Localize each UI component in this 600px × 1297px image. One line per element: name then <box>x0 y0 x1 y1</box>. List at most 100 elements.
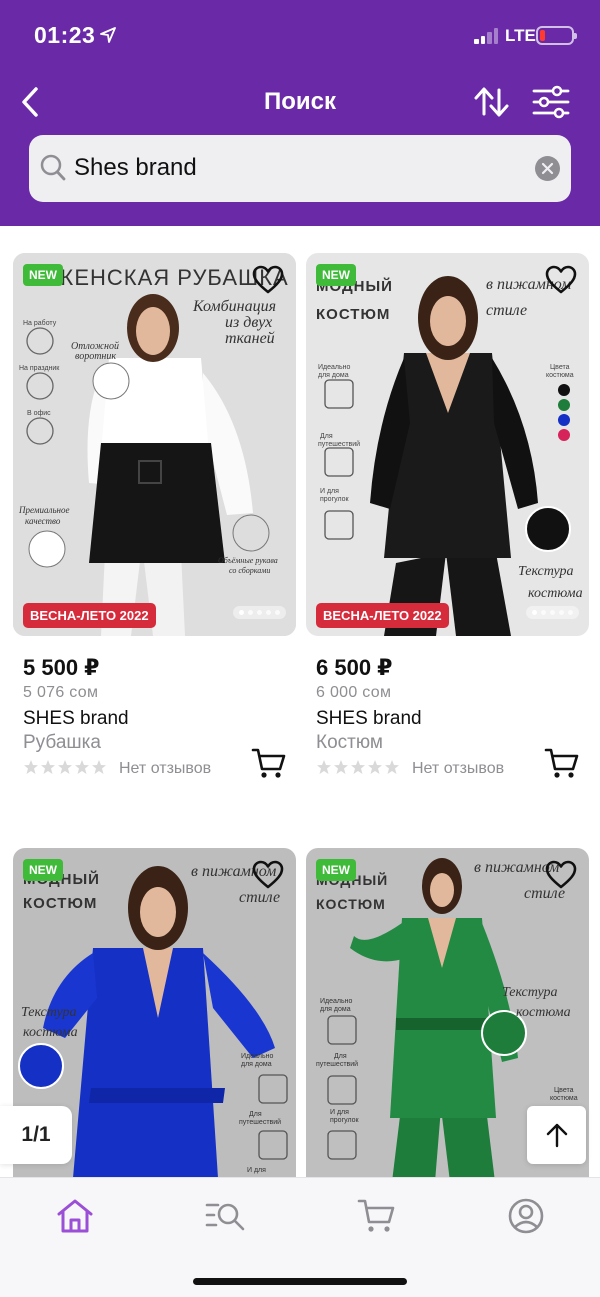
tab-home[interactable] <box>53 1196 97 1236</box>
clear-search-button[interactable] <box>535 156 560 181</box>
home-indicator <box>193 1278 407 1285</box>
star-icon <box>317 760 399 774</box>
svg-text:Идеально: Идеально <box>241 1053 273 1060</box>
product-price-alt: 6 000 сом <box>316 684 392 701</box>
product-brand: SHES brand <box>316 708 422 729</box>
svg-text:Премиальное: Премиальное <box>18 505 70 515</box>
season-badge: ВЕСНА-ЛЕТО 2022 <box>23 603 156 628</box>
close-icon <box>541 162 554 175</box>
svg-text:В офис: В офис <box>27 410 51 417</box>
product-card[interactable]: Идеально для дома Для путешествий И для … <box>306 253 589 793</box>
svg-text:И для: И для <box>330 1109 349 1116</box>
svg-text:для дома: для дома <box>318 372 349 379</box>
arrow-up-icon <box>546 1123 568 1148</box>
add-to-cart-icon[interactable] <box>251 747 287 781</box>
product-brand: SHES brand <box>23 708 129 729</box>
scroll-to-top-button[interactable] <box>527 1106 586 1164</box>
image-carousel-dots <box>526 606 579 619</box>
signal-strength-icon <box>474 28 500 44</box>
cart-icon <box>357 1199 395 1232</box>
product-image[interactable]: Идеально для дома Для путешествий И для … <box>306 253 589 636</box>
status-bar: 01:23 LTE <box>0 0 600 70</box>
svg-text:костюма: костюма <box>528 586 583 601</box>
svg-text:костюма: костюма <box>550 1095 578 1102</box>
app-header: 01:23 LTE Поиск <box>0 0 600 226</box>
catalog-search-icon <box>205 1203 245 1231</box>
new-badge: NEW <box>23 264 63 286</box>
search-input[interactable] <box>74 147 514 189</box>
svg-text:тканей: тканей <box>225 330 275 347</box>
product-photo-shirt: Комбинация из двух тканей Отложной ворот… <box>13 253 296 636</box>
svg-text:для дома: для дома <box>241 1061 272 1068</box>
product-type: Рубашка <box>23 732 101 753</box>
product-price: 5 500 ₽ <box>23 655 100 680</box>
new-badge: NEW <box>316 264 356 286</box>
svg-text:Комбинация: Комбинация <box>192 298 276 315</box>
svg-text:путешествий: путешествий <box>318 440 360 448</box>
rating-stars <box>316 759 400 775</box>
tab-catalog[interactable] <box>204 1196 248 1236</box>
heart-icon[interactable] <box>545 860 577 890</box>
product-price-alt: 5 076 сом <box>23 684 99 701</box>
svg-text:путешествий: путешествий <box>316 1060 358 1068</box>
sort-button[interactable] <box>472 84 512 120</box>
product-image[interactable]: Комбинация из двух тканей Отложной ворот… <box>13 253 296 636</box>
home-icon <box>57 1199 93 1233</box>
network-type: LTE <box>505 26 536 45</box>
rating-stars <box>23 759 107 775</box>
svg-text:На праздник: На праздник <box>19 365 60 372</box>
image-carousel-dots <box>233 606 286 619</box>
search-bar <box>29 135 571 202</box>
svg-text:И для: И для <box>247 1167 266 1174</box>
product-price: 6 500 ₽ <box>316 655 393 680</box>
status-time: 01:23 <box>34 22 96 48</box>
reviews-count: Нет отзывов <box>119 760 212 777</box>
product-type: Костюм <box>316 732 383 753</box>
svg-text:Цвета: Цвета <box>550 364 570 371</box>
page-counter: 1/1 <box>0 1106 72 1164</box>
svg-text:Текстура: Текстура <box>502 985 558 1000</box>
svg-text:для дома: для дома <box>320 1006 351 1013</box>
heart-icon[interactable] <box>252 860 284 890</box>
svg-text:костюма: костюма <box>516 1005 571 1020</box>
tab-cart[interactable] <box>355 1196 399 1236</box>
svg-text:Идеально: Идеально <box>318 364 350 371</box>
svg-text:Цвета: Цвета <box>554 1087 574 1094</box>
svg-text:На работу: На работу <box>23 319 57 327</box>
profile-icon <box>508 1198 544 1234</box>
add-to-cart-icon[interactable] <box>544 747 580 781</box>
season-badge: ВЕСНА-ЛЕТО 2022 <box>316 603 449 628</box>
svg-text:со сборками: со сборками <box>229 566 270 575</box>
svg-text:Для: Для <box>249 1111 262 1118</box>
filter-button[interactable] <box>530 84 572 120</box>
reviews-count: Нет отзывов <box>412 760 505 777</box>
svg-text:прогулок: прогулок <box>320 496 350 503</box>
battery-icon <box>536 26 577 45</box>
search-icon <box>40 154 66 181</box>
svg-text:Для: Для <box>320 433 333 440</box>
star-icon <box>24 760 106 774</box>
filter-sliders-icon <box>532 85 570 119</box>
svg-text:костюма: костюма <box>546 372 574 379</box>
heart-icon[interactable] <box>252 265 284 295</box>
svg-text:качество: качество <box>25 516 61 526</box>
svg-text:костюма: костюма <box>23 1025 78 1040</box>
product-card[interactable]: Комбинация из двух тканей Отложной ворот… <box>13 253 296 793</box>
svg-text:Текстура: Текстура <box>21 1005 77 1020</box>
heart-icon[interactable] <box>545 265 577 295</box>
tab-profile[interactable] <box>504 1196 548 1236</box>
svg-text:путешествий: путешествий <box>239 1118 281 1126</box>
svg-text:стиле: стиле <box>239 889 280 906</box>
svg-text:стиле: стиле <box>486 302 527 319</box>
svg-text:Текстура: Текстура <box>518 564 574 579</box>
svg-text:прогулок: прогулок <box>330 1117 360 1124</box>
svg-text:Для: Для <box>334 1053 347 1060</box>
svg-text:Идеально: Идеально <box>320 998 352 1005</box>
new-badge: NEW <box>23 859 63 881</box>
svg-text:из двух: из двух <box>225 314 272 331</box>
new-badge: NEW <box>316 859 356 881</box>
sort-arrows-icon <box>474 87 509 117</box>
location-arrow-icon <box>100 27 116 43</box>
svg-text:И для: И для <box>320 488 339 495</box>
svg-text:воротник: воротник <box>75 351 116 362</box>
